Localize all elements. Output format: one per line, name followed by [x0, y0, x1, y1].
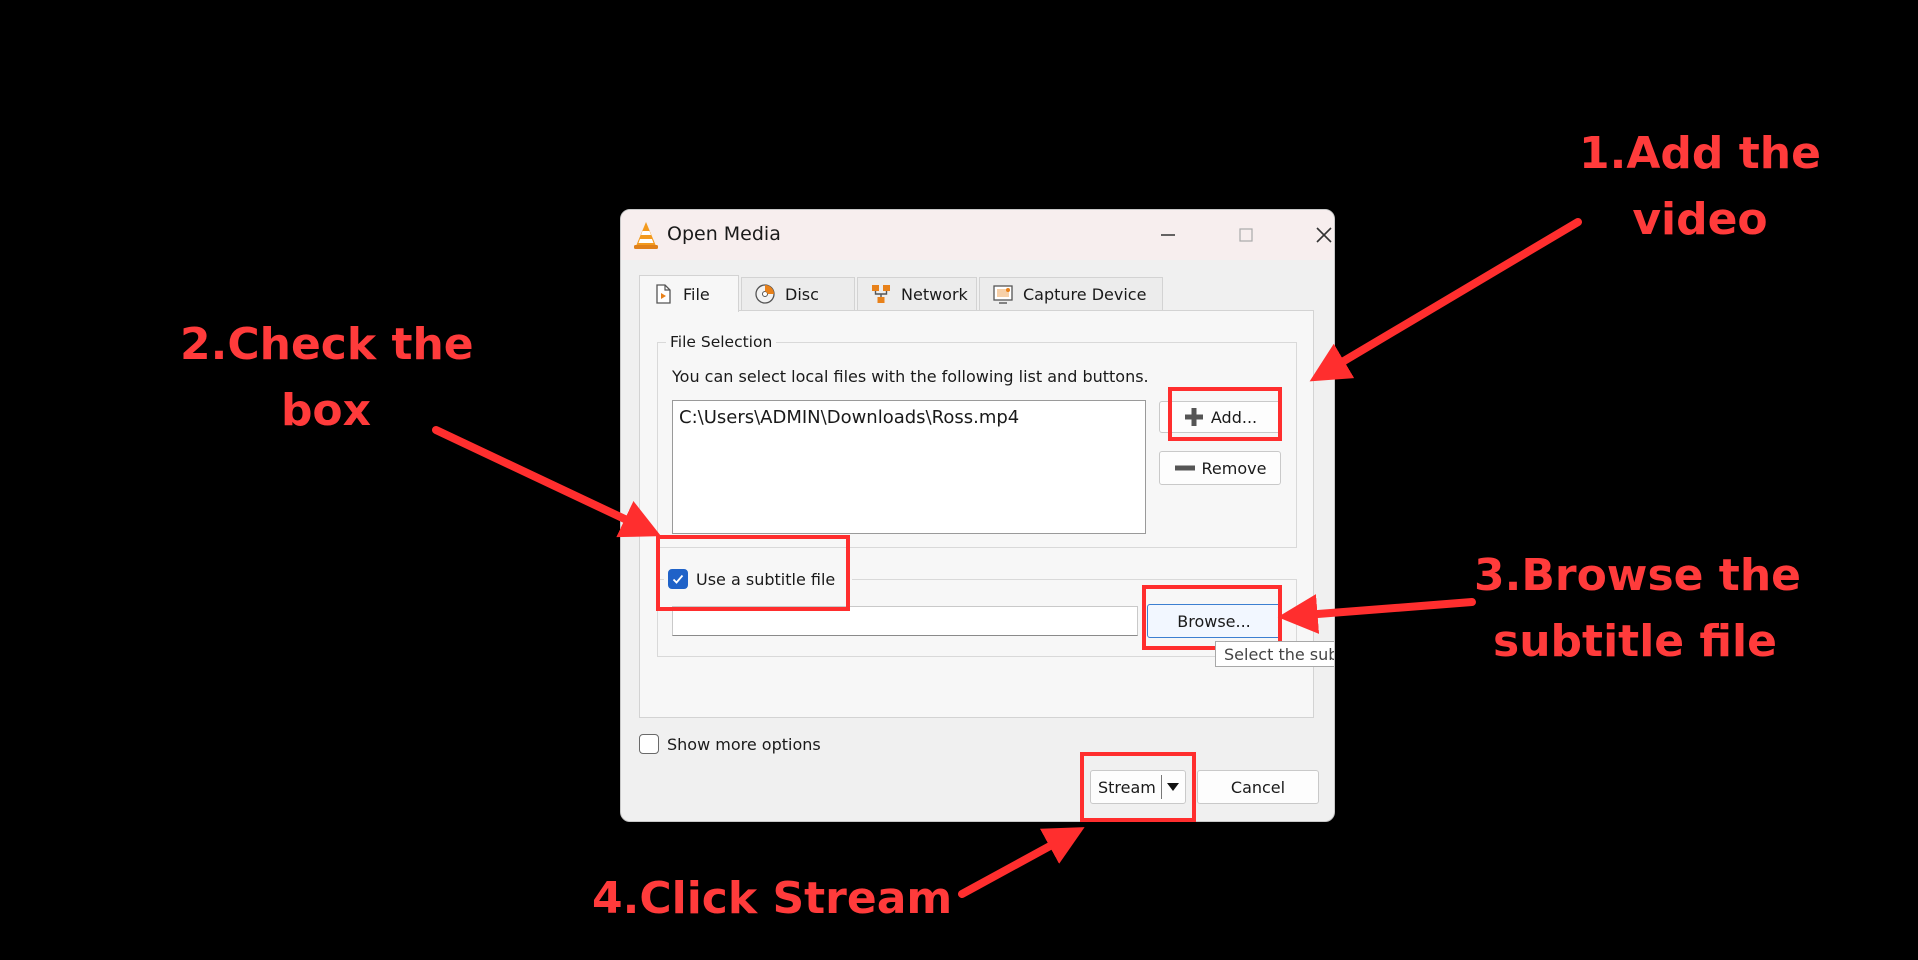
annotation-arrows	[432, 218, 1582, 898]
browse-tooltip: Select the subtitle file	[1215, 641, 1334, 667]
tab-file-label: File	[683, 284, 710, 304]
tab-file[interactable]: File	[639, 275, 739, 312]
arrow-step1	[1309, 218, 1582, 382]
arrow-step2	[432, 426, 662, 538]
file-icon	[656, 284, 671, 304]
arrow-step3	[1277, 594, 1476, 634]
arrow-step4	[958, 827, 1085, 898]
